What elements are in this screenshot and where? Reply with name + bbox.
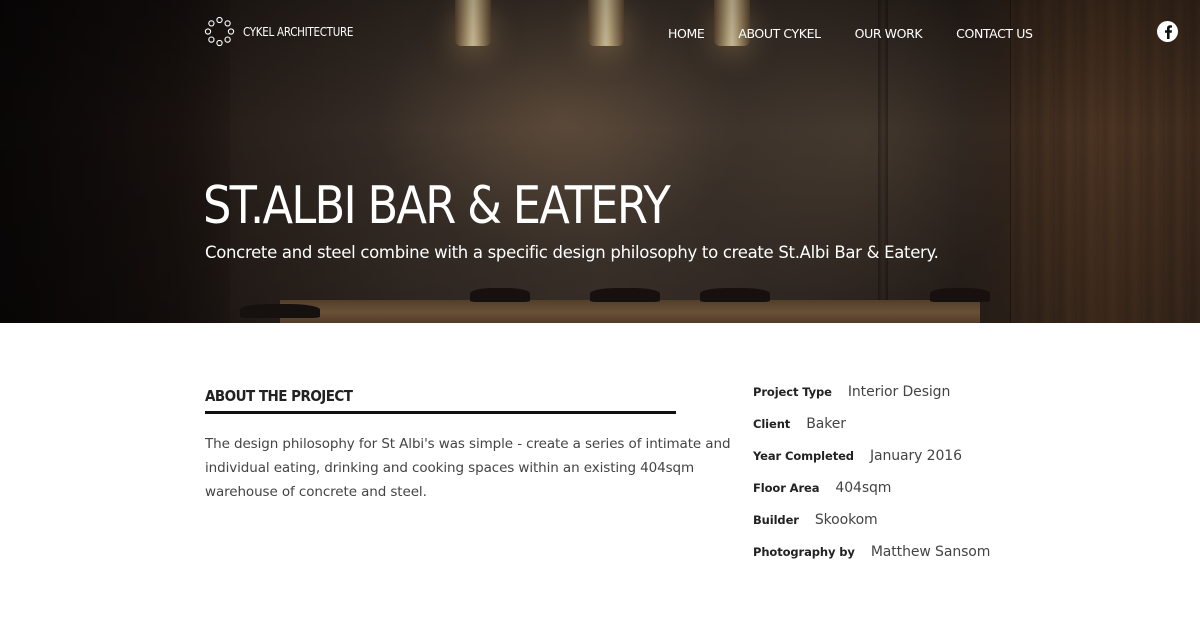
detail-row-project-type: Project Type Interior Design bbox=[753, 376, 990, 408]
detail-row-builder: Builder Skookom bbox=[753, 504, 990, 536]
about-divider bbox=[205, 411, 676, 414]
nav-item-about-cykel[interactable]: ABOUT CYKEL bbox=[738, 26, 821, 41]
detail-label: Project Type bbox=[753, 385, 832, 399]
detail-value: Interior Design bbox=[847, 384, 951, 400]
detail-value: Baker bbox=[806, 416, 846, 432]
about-heading: ABOUT THE PROJECT bbox=[205, 387, 353, 405]
page-title: ST.ALBI BAR & EATERY bbox=[203, 176, 671, 236]
nav-item-our-work[interactable]: OUR WORK bbox=[855, 26, 923, 41]
detail-value: Matthew Sansom bbox=[870, 544, 991, 560]
detail-row-floor-area: Floor Area 404sqm bbox=[753, 472, 990, 504]
hero-banner bbox=[0, 0, 1200, 323]
about-body: The design philosophy for St Albi's was … bbox=[205, 436, 731, 500]
detail-label: Photography by bbox=[753, 545, 855, 559]
detail-row-photography: Photography by Matthew Sansom bbox=[753, 536, 990, 568]
detail-label: Builder bbox=[753, 513, 799, 527]
detail-label: Floor Area bbox=[753, 481, 820, 495]
brand-logo-link[interactable]: CYKEL ARCHITECTURE bbox=[204, 16, 363, 47]
cykel-logo-icon bbox=[204, 16, 235, 47]
project-details: Project Type Interior Design Client Bake… bbox=[753, 376, 990, 568]
facebook-icon[interactable] bbox=[1157, 21, 1178, 42]
facebook-f-glyph bbox=[1164, 24, 1172, 39]
detail-row-client: Client Baker bbox=[753, 408, 990, 440]
detail-row-year-completed: Year Completed January 2016 bbox=[753, 440, 990, 472]
hero-overlay bbox=[0, 0, 1200, 323]
page-subtitle: Concrete and steel combine with a specif… bbox=[205, 243, 939, 262]
detail-value: 404sqm bbox=[835, 480, 892, 496]
detail-value: January 2016 bbox=[869, 448, 962, 464]
brand-name: CYKEL ARCHITECTURE bbox=[243, 24, 354, 39]
detail-label: Client bbox=[753, 417, 791, 431]
detail-label: Year Completed bbox=[753, 449, 854, 463]
nav-item-home[interactable]: HOME bbox=[668, 26, 705, 41]
detail-value: Skookom bbox=[814, 512, 878, 528]
nav-item-contact-us[interactable]: CONTACT US bbox=[956, 26, 1033, 41]
main-nav: HOME ABOUT CYKEL OUR WORK CONTACT US bbox=[668, 26, 1033, 41]
